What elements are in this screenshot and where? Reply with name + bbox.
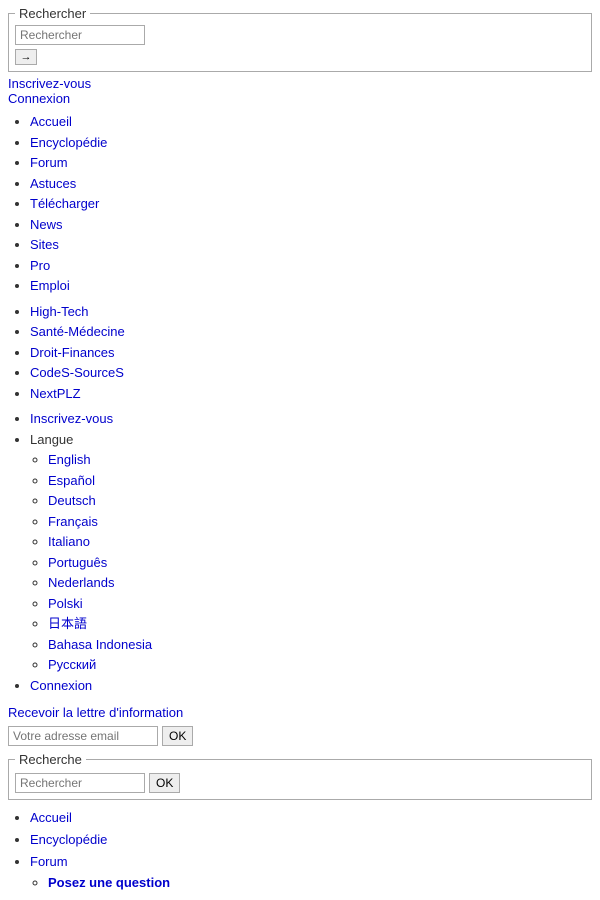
- list-item: Santé-Médecine: [30, 322, 592, 342]
- newsletter-link[interactable]: Recevoir la lettre d'information: [8, 705, 592, 720]
- list-item: Accueil: [30, 112, 592, 132]
- langue-label: Langue: [30, 432, 73, 447]
- list-item: Nederlands: [48, 573, 592, 593]
- list-item: Posez une question: [48, 873, 592, 894]
- nav-emploi[interactable]: Emploi: [30, 278, 70, 293]
- list-item: Forum Posez une question: [30, 852, 592, 895]
- bottom-search-input[interactable]: [15, 773, 145, 793]
- nav-nextplz[interactable]: NextPLZ: [30, 386, 81, 401]
- list-item: Encyclopédie: [30, 830, 592, 851]
- lang-portugues[interactable]: Português: [48, 555, 107, 570]
- nav-news[interactable]: News: [30, 217, 63, 232]
- email-input[interactable]: [8, 726, 158, 746]
- lang-polski[interactable]: Polski: [48, 596, 83, 611]
- lang-nederlands[interactable]: Nederlands: [48, 575, 115, 590]
- languages-list: English Español Deutsch Français Italian…: [30, 450, 592, 675]
- main-nav: Accueil Encyclopédie Forum Astuces Téléc…: [8, 112, 592, 695]
- categories-list: High-Tech Santé-Médecine Droit-Finances …: [8, 302, 592, 404]
- register-link[interactable]: Inscrivez-vous: [30, 411, 113, 426]
- list-item: Português: [48, 553, 592, 573]
- lang-japanese[interactable]: 日本語: [48, 616, 87, 631]
- nav-astuces[interactable]: Astuces: [30, 176, 76, 191]
- bottom-nav-accueil[interactable]: Accueil: [30, 810, 72, 825]
- nav-droit[interactable]: Droit-Finances: [30, 345, 115, 360]
- list-item: CodeS-SourceS: [30, 363, 592, 383]
- list-item: Télécharger: [30, 194, 592, 214]
- list-item: Bahasa Indonesia: [48, 635, 592, 655]
- list-item: Français: [48, 512, 592, 532]
- top-search-fieldset: Rechercher →: [8, 6, 592, 72]
- email-ok-button[interactable]: OK: [162, 726, 193, 746]
- user-section-list: Inscrivez-vous Langue English Español De…: [8, 409, 592, 695]
- list-item: Encyclopédie: [30, 133, 592, 153]
- lang-deutsch[interactable]: Deutsch: [48, 493, 96, 508]
- bottom-search-legend: Recherche: [15, 752, 86, 767]
- list-item: Astuces: [30, 174, 592, 194]
- bottom-nav-encyclopedie[interactable]: Encyclopédie: [30, 832, 107, 847]
- list-item: Русский: [48, 655, 592, 675]
- bottom-nav-list: Accueil Encyclopédie Forum Posez une que…: [8, 808, 592, 894]
- bottom-nav: Accueil Encyclopédie Forum Posez une que…: [8, 808, 592, 894]
- list-item: Droit-Finances: [30, 343, 592, 363]
- nav-pro[interactable]: Pro: [30, 258, 50, 273]
- bottom-nav-posez-question[interactable]: Posez une question: [48, 875, 170, 890]
- list-item: NextPLZ: [30, 384, 592, 404]
- list-item: Connexion: [30, 676, 592, 696]
- lang-english[interactable]: English: [48, 452, 91, 467]
- bottom-nav-forum-sub: Posez une question: [30, 873, 592, 894]
- top-links: Inscrivez-vous Connexion: [8, 76, 592, 106]
- list-item: 日本語: [48, 614, 592, 634]
- bottom-search-button[interactable]: OK: [149, 773, 180, 793]
- list-item: Español: [48, 471, 592, 491]
- nav-codes[interactable]: CodeS-SourceS: [30, 365, 124, 380]
- nav-hightech[interactable]: High-Tech: [30, 304, 89, 319]
- lang-bahasa[interactable]: Bahasa Indonesia: [48, 637, 152, 652]
- list-item: High-Tech: [30, 302, 592, 322]
- top-search-legend: Rechercher: [15, 6, 90, 21]
- lang-espanol[interactable]: Español: [48, 473, 95, 488]
- bottom-search-fieldset: Recherche OK: [8, 752, 592, 800]
- email-row: OK: [8, 726, 592, 746]
- list-item: Polski: [48, 594, 592, 614]
- nav-telecharger[interactable]: Télécharger: [30, 196, 99, 211]
- nav-forum[interactable]: Forum: [30, 155, 68, 170]
- login-link-top[interactable]: Connexion: [8, 91, 70, 106]
- register-link-top[interactable]: Inscrivez-vous: [8, 76, 91, 91]
- list-item: Deutsch: [48, 491, 592, 511]
- bottom-nav-forum[interactable]: Forum: [30, 854, 68, 869]
- nav-accueil[interactable]: Accueil: [30, 114, 72, 129]
- bottom-search-row: OK: [15, 773, 585, 793]
- bottom-section: Recevoir la lettre d'information OK Rech…: [8, 705, 592, 894]
- list-item: News: [30, 215, 592, 235]
- list-item: English: [48, 450, 592, 470]
- lang-francais[interactable]: Français: [48, 514, 98, 529]
- nav-sites[interactable]: Sites: [30, 237, 59, 252]
- main-nav-list: Accueil Encyclopédie Forum Astuces Téléc…: [8, 112, 592, 296]
- list-item: Pro: [30, 256, 592, 276]
- list-item: Inscrivez-vous: [30, 409, 592, 429]
- nav-encyclopedie[interactable]: Encyclopédie: [30, 135, 107, 150]
- langue-item: Langue English Español Deutsch Français …: [30, 430, 592, 675]
- lang-italiano[interactable]: Italiano: [48, 534, 90, 549]
- top-search-input[interactable]: [15, 25, 145, 45]
- list-item: Sites: [30, 235, 592, 255]
- list-item: Forum: [30, 153, 592, 173]
- list-item: Accueil: [30, 808, 592, 829]
- list-item: Emploi: [30, 276, 592, 296]
- login-link[interactable]: Connexion: [30, 678, 92, 693]
- list-item: Italiano: [48, 532, 592, 552]
- nav-sante[interactable]: Santé-Médecine: [30, 324, 125, 339]
- lang-russian[interactable]: Русский: [48, 657, 96, 672]
- top-search-button[interactable]: →: [15, 49, 37, 65]
